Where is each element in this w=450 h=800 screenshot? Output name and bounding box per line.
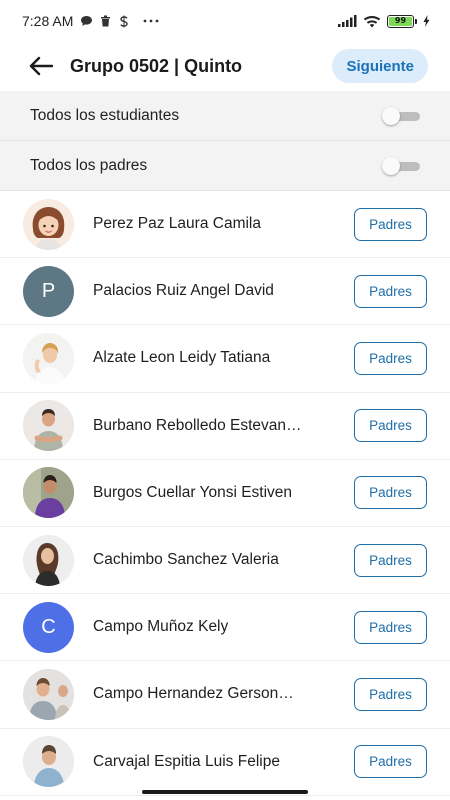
list-item[interactable]: C Campo Muñoz Kely Padres — [0, 594, 450, 662]
more-dots-icon — [143, 19, 159, 23]
student-name: Cachimbo Sanchez Valeria — [93, 551, 279, 569]
avatar: P — [23, 265, 74, 317]
list-item[interactable]: Burgos Cuellar Yonsi Estiven Padres — [0, 460, 450, 527]
parents-button[interactable]: Padres — [354, 274, 427, 308]
avatar-initial: P — [41, 279, 56, 302]
parents-button[interactable]: Padres — [354, 476, 427, 510]
parents-button[interactable]: Padres — [354, 610, 427, 644]
parents-button[interactable]: Padres — [354, 677, 427, 711]
list-item[interactable]: Campo Hernandez Gerson… Padres — [0, 661, 450, 729]
chat-bubble-icon — [80, 15, 93, 27]
toggle-row-all-parents: Todos los padres — [0, 141, 450, 191]
student-name: Perez Paz Laura Camila — [93, 215, 261, 233]
list-item[interactable]: Alzate Leon Leidy Tatiana Padres — [0, 325, 450, 393]
signal-icon — [338, 15, 357, 27]
parents-button[interactable]: Padres — [354, 341, 427, 375]
parents-button[interactable]: Padres — [354, 207, 427, 241]
student-name: Palacios Ruiz Angel David — [93, 282, 274, 300]
all-parents-switch[interactable] — [382, 156, 420, 175]
toggle-section: Todos los estudiantes Todos los padres — [0, 91, 450, 191]
avatar: C — [23, 601, 74, 653]
parents-button[interactable]: Padres — [354, 409, 427, 443]
avatar — [23, 534, 74, 586]
battery-icon: 99 — [387, 14, 417, 28]
avatar — [23, 198, 74, 250]
home-indicator[interactable] — [142, 790, 308, 794]
list-item[interactable]: Carvajal Espitia Luis Felipe Padres — [0, 729, 450, 796]
next-button[interactable]: Siguiente — [332, 49, 428, 83]
student-name: Campo Hernandez Gerson… — [93, 685, 294, 703]
student-list: Perez Paz Laura Camila Padres P Palacios… — [0, 191, 450, 796]
app-header: Grupo 0502 | Quinto Siguiente — [0, 42, 450, 90]
toggle-row-all-students: Todos los estudiantes — [0, 91, 450, 141]
battery-level: 99 — [389, 16, 412, 26]
list-item[interactable]: Perez Paz Laura Camila Padres — [0, 191, 450, 259]
s-app-icon — [118, 15, 130, 28]
toggle-label-all-parents: Todos los padres — [30, 156, 148, 174]
back-button[interactable] — [26, 51, 56, 81]
wifi-icon — [363, 15, 381, 28]
student-name: Alzate Leon Leidy Tatiana — [93, 349, 271, 367]
arrow-left-icon — [29, 56, 53, 76]
avatar-initial: C — [41, 615, 56, 638]
list-item[interactable]: P Palacios Ruiz Angel David Padres — [0, 258, 450, 326]
trash-icon — [100, 15, 111, 27]
avatar — [23, 400, 74, 452]
parents-button[interactable]: Padres — [354, 543, 427, 577]
student-name: Campo Muñoz Kely — [93, 618, 229, 636]
status-right: 99 — [338, 14, 430, 28]
status-bar: 7:28 AM 99 — [0, 0, 450, 42]
avatar — [23, 332, 74, 384]
parents-button[interactable]: Padres — [354, 745, 427, 779]
status-time: 7:28 AM — [22, 13, 74, 29]
list-item[interactable]: Burbano Rebolledo Estevan… Padres — [0, 393, 450, 460]
student-name: Burbano Rebolledo Estevan… — [93, 416, 302, 434]
list-item[interactable]: Cachimbo Sanchez Valeria Padres — [0, 527, 450, 595]
toggle-label-all-students: Todos los estudiantes — [30, 106, 180, 124]
status-left: 7:28 AM — [22, 13, 159, 29]
all-students-switch[interactable] — [382, 106, 420, 125]
student-name: Carvajal Espitia Luis Felipe — [93, 752, 280, 770]
page-title: Grupo 0502 | Quinto — [70, 55, 243, 76]
student-name: Burgos Cuellar Yonsi Estiven — [93, 483, 293, 501]
avatar — [23, 736, 74, 788]
avatar — [23, 668, 74, 720]
avatar — [23, 467, 74, 519]
charging-icon — [423, 15, 430, 27]
